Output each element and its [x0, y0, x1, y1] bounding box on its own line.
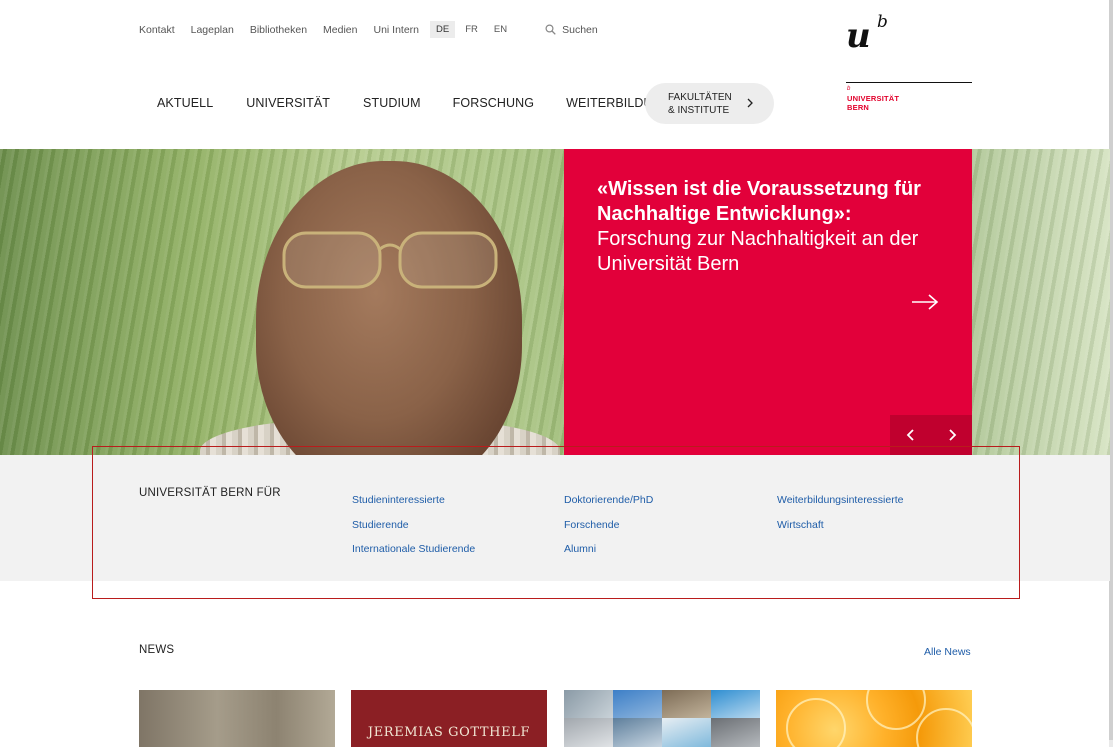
- news-thumbnail-2[interactable]: JEREMIAS GOTTHELF: [351, 690, 547, 747]
- audience-column-2: Doktorierende/PhD Forschende Alumni: [564, 488, 653, 562]
- audience-link-alumni[interactable]: Alumni: [564, 537, 653, 562]
- logo-name-line2: BERN: [847, 103, 870, 112]
- search-label: Suchen: [562, 23, 598, 36]
- news-thumbnail-3[interactable]: [564, 690, 760, 747]
- util-link-kontakt[interactable]: Kontakt: [139, 24, 175, 36]
- util-link-bibliotheken[interactable]: Bibliotheken: [250, 24, 307, 36]
- language-switcher: DE FR EN: [430, 21, 517, 38]
- news-thumbnail-4[interactable]: [776, 690, 972, 747]
- collage-tile: [613, 690, 662, 718]
- carousel-controls: [890, 415, 972, 455]
- chevron-right-icon: [747, 98, 753, 108]
- faculties-label: FAKULTÄTEN & INSTITUTE: [668, 91, 732, 117]
- util-link-lageplan[interactable]: Lageplan: [191, 24, 234, 36]
- audience-link-studierende[interactable]: Studierende: [352, 513, 475, 538]
- util-link-uni-intern[interactable]: Uni Intern: [374, 24, 420, 36]
- orange-slice: [916, 708, 972, 747]
- hero-banner: «Wissen ist die Voraussetzung für Nachha…: [0, 149, 1110, 455]
- main-nav: AKTUELL UNIVERSITÄT STUDIUM FORSCHUNG WE…: [157, 96, 672, 110]
- logo-rule: [846, 82, 972, 83]
- hero-title-line2: Nachhaltige Entwicklung»:: [597, 203, 852, 225]
- hero-subtitle-line1: Forschung zur Nachhaltigkeit an der: [597, 228, 919, 250]
- hero-photo-face: [256, 161, 522, 455]
- logo-superscript: b: [877, 12, 888, 32]
- collage-tile: [662, 718, 711, 747]
- search-icon: [545, 24, 556, 35]
- faculties-label-line1: FAKULTÄTEN: [668, 91, 732, 103]
- audience-column-3: Weiterbildungsinteressierte Wirtschaft: [777, 488, 903, 537]
- audience-link-studieninteressierte[interactable]: Studieninteressierte: [352, 488, 475, 513]
- audience-link-internationale-studierende[interactable]: Internationale Studierende: [352, 537, 475, 562]
- collage-tile: [711, 718, 760, 747]
- audience-link-doktorierende[interactable]: Doktorierende/PhD: [564, 488, 653, 513]
- search-button[interactable]: Suchen: [545, 24, 598, 36]
- nav-item-forschung[interactable]: FORSCHUNG: [453, 96, 534, 110]
- carousel-next-button[interactable]: [931, 415, 972, 455]
- hero-title: «Wissen ist die Voraussetzung für Nachha…: [597, 177, 957, 277]
- collage-tile: [662, 690, 711, 718]
- audience-column-1: Studieninteressierte Studierende Interna…: [352, 488, 475, 562]
- lang-fr[interactable]: FR: [459, 21, 484, 38]
- audience-link-wirtschaft[interactable]: Wirtschaft: [777, 513, 903, 538]
- audience-section: UNIVERSITÄT BERN FÜR Studieninteressiert…: [0, 455, 1110, 581]
- nav-item-aktuell[interactable]: AKTUELL: [157, 96, 213, 110]
- collage-tile: [564, 718, 613, 747]
- news-title: NEWS: [139, 644, 175, 656]
- chevron-right-icon: [948, 429, 956, 441]
- faculties-label-line2: & INSTITUTE: [668, 104, 730, 116]
- logo-small-b: b: [847, 86, 851, 92]
- orange-slice: [786, 698, 846, 747]
- orange-slice: [866, 690, 926, 730]
- arrow-right-icon[interactable]: [911, 294, 939, 310]
- news-thumbnail-2-text: JEREMIAS GOTTHELF: [367, 725, 531, 740]
- carousel-prev-button[interactable]: [890, 415, 931, 455]
- collage-tile: [564, 690, 613, 718]
- chevron-left-icon: [906, 429, 914, 441]
- news-thumbnail-1[interactable]: [139, 690, 335, 747]
- hero-red-panel[interactable]: «Wissen ist die Voraussetzung für Nachha…: [564, 149, 972, 455]
- hero-subtitle-line2: Universität Bern: [597, 253, 740, 275]
- logo-name: UNIVERSITÄT BERN: [847, 94, 899, 112]
- nav-item-universitaet[interactable]: UNIVERSITÄT: [246, 96, 330, 110]
- lang-en[interactable]: EN: [488, 21, 513, 38]
- utility-nav: Kontakt Lageplan Bibliotheken Medien Uni…: [139, 21, 598, 38]
- audience-link-forschende[interactable]: Forschende: [564, 513, 653, 538]
- logo-name-line1: UNIVERSITÄT: [847, 94, 900, 103]
- audience-title: UNIVERSITÄT BERN FÜR: [139, 487, 281, 499]
- nav-item-studium[interactable]: STUDIUM: [363, 96, 421, 110]
- audience-link-weiterbildungsinteressierte[interactable]: Weiterbildungsinteressierte: [777, 488, 903, 513]
- all-news-link[interactable]: Alle News: [924, 646, 971, 658]
- util-link-medien[interactable]: Medien: [323, 24, 357, 36]
- collage-tile: [613, 718, 662, 747]
- logo-letter: u: [846, 16, 871, 56]
- hero-title-line1: «Wissen ist die Voraussetzung für: [597, 178, 921, 200]
- lang-de[interactable]: DE: [430, 21, 456, 38]
- faculties-button[interactable]: FAKULTÄTEN & INSTITUTE: [645, 83, 774, 124]
- hero-photo-glasses: [282, 231, 498, 289]
- collage-tile: [711, 690, 760, 718]
